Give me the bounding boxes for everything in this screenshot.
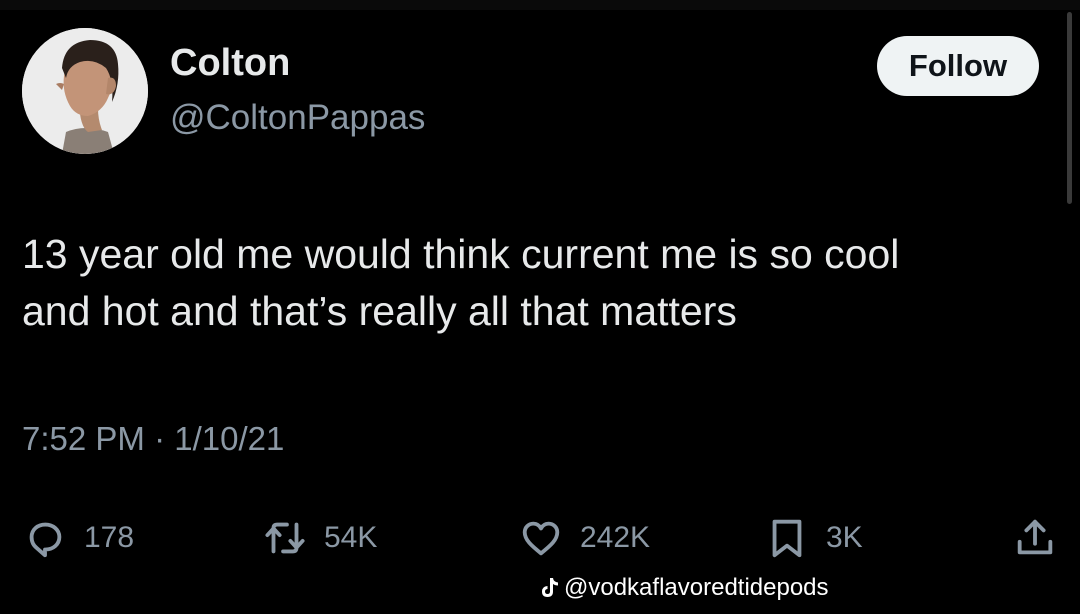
like-button[interactable]: 242K (518, 513, 650, 563)
reply-icon (22, 515, 68, 561)
top-bar (0, 0, 1080, 10)
profile-photo-icon (22, 28, 148, 154)
like-count: 242K (580, 521, 651, 554)
retweet-count: 54K (324, 521, 378, 554)
tweet-timestamp[interactable]: 7:52 PM · 1/10/21 (22, 420, 284, 458)
share-icon (1012, 515, 1058, 561)
avatar[interactable] (22, 28, 148, 154)
tiktok-watermark: @vodkaflavoredtidepods (538, 574, 829, 602)
heart-icon (518, 515, 564, 561)
display-name[interactable]: Colton (170, 42, 290, 85)
bookmark-icon (764, 515, 810, 561)
retweet-icon (262, 515, 308, 561)
tweet-line: and hot and that’s really all that matte… (22, 288, 737, 334)
tweet-time: 7:52 PM (22, 420, 145, 457)
user-handle[interactable]: @ColtonPappas (170, 98, 425, 138)
bookmark-button[interactable]: 3K (764, 513, 863, 563)
tweet-date: 1/10/21 (174, 420, 285, 457)
follow-button[interactable]: Follow (877, 36, 1039, 96)
share-button[interactable] (1012, 513, 1058, 563)
bookmark-count: 3K (826, 521, 863, 554)
tweet-text: 13 year old me would think current me is… (22, 226, 1062, 340)
scrollbar[interactable] (1067, 12, 1072, 204)
retweet-button[interactable]: 54K (262, 513, 377, 563)
tiktok-icon (538, 576, 560, 600)
watermark-text: @vodkaflavoredtidepods (564, 574, 829, 601)
meta-separator: · (154, 420, 166, 457)
reply-button[interactable]: 178 (22, 513, 134, 563)
reply-count: 178 (84, 521, 135, 554)
tweet-line: 13 year old me would think current me is… (22, 231, 900, 277)
